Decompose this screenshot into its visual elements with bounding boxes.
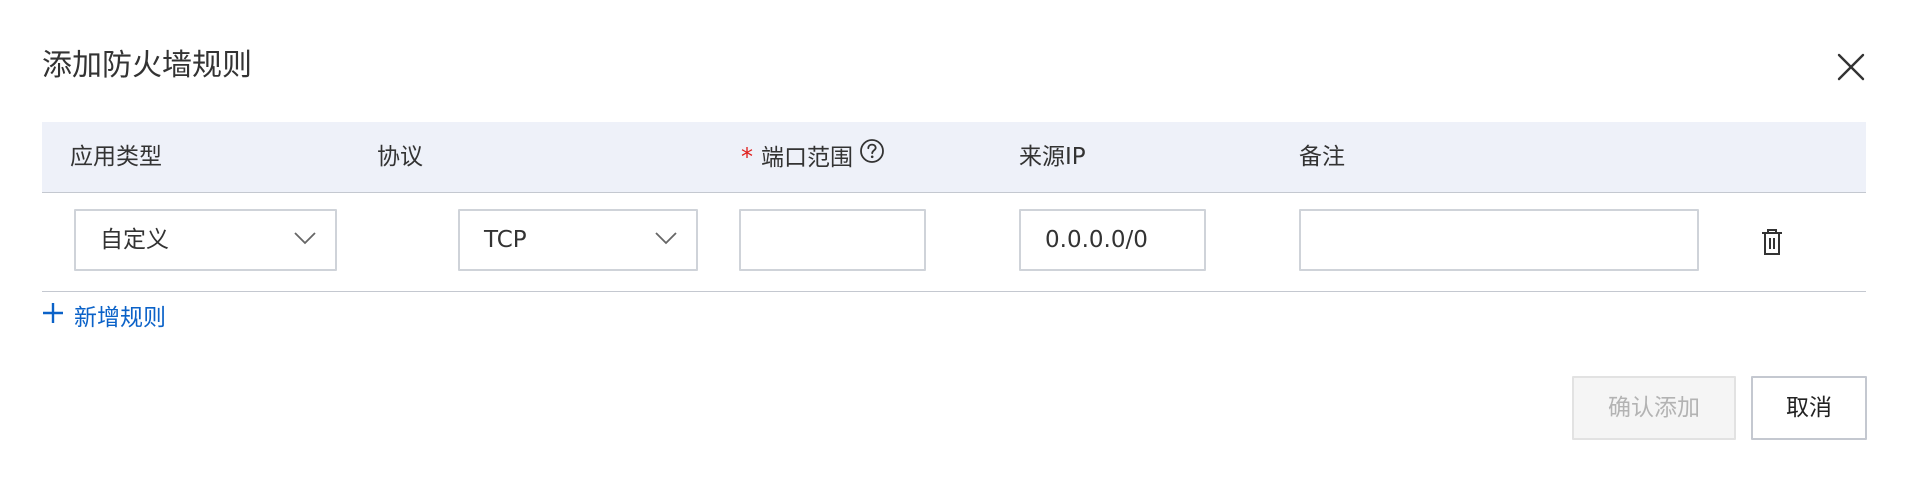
chevron-down-icon (294, 232, 316, 245)
remark-input[interactable] (1299, 209, 1699, 271)
delete-row-button[interactable] (1758, 227, 1786, 257)
add-rule-button[interactable]: 新增规则 (42, 300, 166, 336)
header-source-ip: 来源IP (1019, 144, 1086, 170)
header-protocol: 协议 (377, 144, 423, 170)
app-type-select[interactable]: 自定义 (74, 209, 337, 271)
header-remark: 备注 (1299, 144, 1345, 170)
table-header: 应用类型 协议 * 端口范围 来源IP 备注 (42, 122, 1866, 193)
header-port-range-label: 端口范围 (761, 145, 853, 171)
header-port-range: * 端口范围 (741, 122, 885, 192)
port-range-input[interactable] (739, 209, 926, 271)
trash-icon (1762, 229, 1782, 255)
add-firewall-rule-dialog: 添加防火墙规则 应用类型 协议 * 端口范围 来源IP 备注 自定义 TCP 0… (0, 0, 1906, 482)
rules-table: 应用类型 协议 * 端口范围 来源IP 备注 自定义 TCP 0.0.0.0/0 (42, 122, 1866, 292)
chevron-down-icon (655, 232, 677, 245)
source-ip-input[interactable] (1019, 209, 1206, 271)
protocol-value: TCP (484, 227, 527, 253)
protocol-select[interactable]: TCP (458, 209, 698, 271)
plus-icon (42, 299, 64, 335)
add-rule-label: 新增规则 (74, 305, 166, 331)
confirm-add-button[interactable]: 确认添加 (1572, 376, 1736, 440)
cancel-button[interactable]: 取消 (1751, 376, 1867, 440)
required-mark: * (741, 143, 753, 171)
question-circle-icon[interactable] (859, 122, 885, 192)
close-icon (1837, 53, 1865, 81)
header-app-type: 应用类型 (70, 144, 162, 170)
table-row: 自定义 TCP (42, 193, 1866, 292)
close-button[interactable] (1834, 50, 1868, 84)
app-type-value: 自定义 (100, 227, 169, 253)
dialog-title: 添加防火墙规则 (42, 48, 252, 83)
